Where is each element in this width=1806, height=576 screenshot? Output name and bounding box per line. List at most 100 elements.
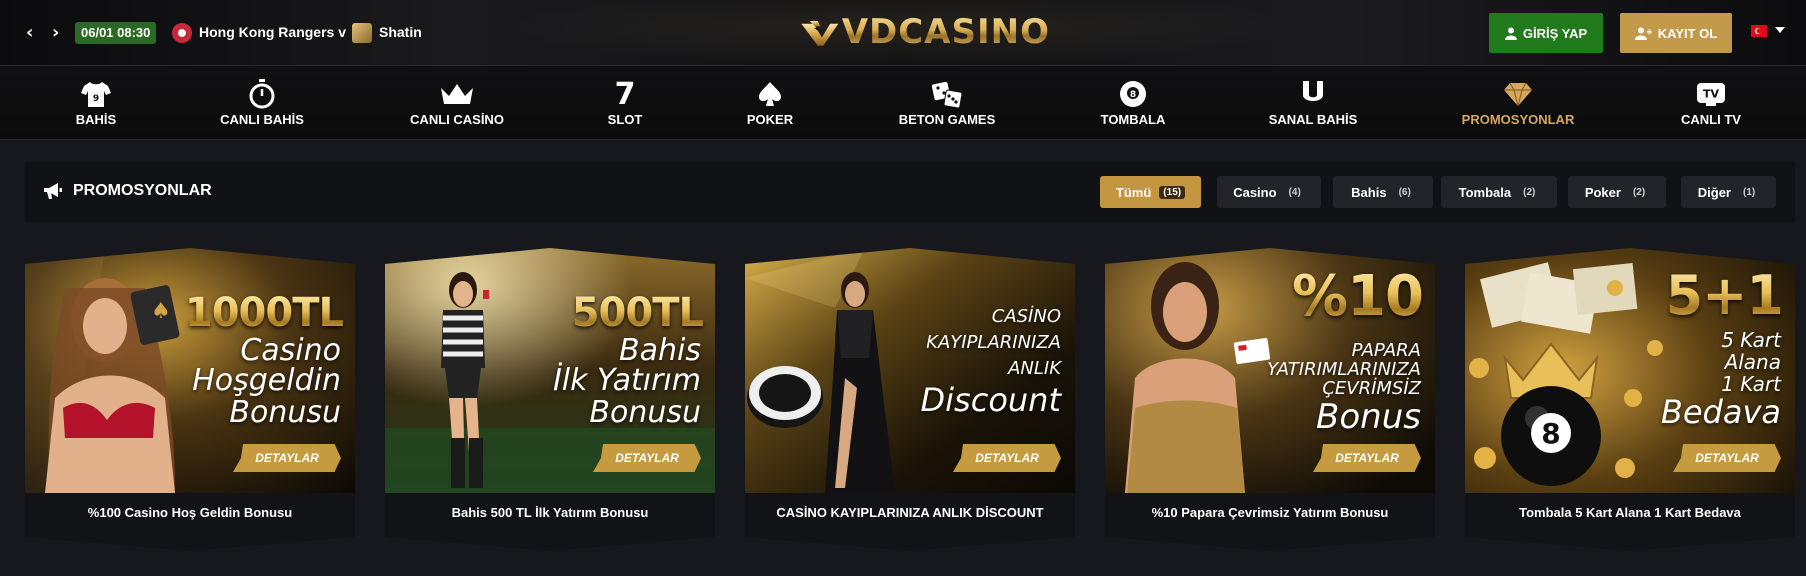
register-button-label: KAYIT OL xyxy=(1657,25,1718,41)
nav-item-poker[interactable]: POKER xyxy=(740,66,800,140)
next-match-arrow-icon[interactable]: › xyxy=(52,22,59,43)
details-button[interactable]: DETAYLAR xyxy=(953,444,1061,472)
nav-label: BETON GAMES xyxy=(898,112,996,127)
promo-banner-image[interactable]: CASİNO KAYIPLARINIZA ANLIK Discount DETA… xyxy=(745,248,1075,493)
promotions-header: PROMOSYONLAR Tümü (15) Casino (4) Bahis … xyxy=(25,162,1795,222)
banner-amount: 5+1 xyxy=(1665,264,1784,327)
nav-item-canli-bahis[interactable]: CANLI BAHİS xyxy=(212,66,312,140)
promo-card-casino-welcome[interactable]: ♠ 1000TL Casino Hoşgeldin Bonusu DETAYLA… xyxy=(25,248,355,551)
banner-line-4: Bedava xyxy=(1660,393,1781,431)
promo-card-footer: CASİNO KAYIPLARINIZA ANLIK DİSCOUNT xyxy=(745,493,1075,551)
filter-tombala[interactable]: Tombala (2) xyxy=(1441,176,1557,208)
svg-text:8: 8 xyxy=(1541,417,1560,450)
promo-banner-image[interactable]: %10 PAPARA YATIRIMLARINIZA ÇEVRİMSİZ Bon… xyxy=(1105,248,1435,493)
banner-line-4: Bonus xyxy=(1316,397,1421,437)
banner-amount: %10 xyxy=(1291,264,1424,329)
filter-count: (2) xyxy=(1632,186,1646,198)
home-team-name[interactable]: Hong Kong Rangers v xyxy=(199,24,346,40)
promo-card-footer: %10 Papara Çevrimsiz Yatırım Bonusu xyxy=(1105,493,1435,551)
banner-line-4: Discount xyxy=(920,381,1061,419)
jersey-icon: 9 xyxy=(81,82,111,107)
nav-label: CANLI CASİNO xyxy=(410,112,504,127)
promo-card-casino-discount[interactable]: CASİNO KAYIPLARINIZA ANLIK Discount DETA… xyxy=(745,248,1075,551)
promotions-title: PROMOSYONLAR xyxy=(43,182,212,200)
diamond-icon xyxy=(1504,82,1532,107)
nav-label: CANLI TV xyxy=(1681,112,1741,127)
eight-ball-icon: 8 xyxy=(1120,81,1146,107)
banner-line-1: Bahis xyxy=(619,333,701,368)
promo-card-bahis-first-deposit[interactable]: 500TL Bahis İlk Yatırım Bonusu DETAYLAR … xyxy=(385,248,715,551)
filter-count: (15) xyxy=(1159,185,1186,199)
promo-card-title[interactable]: CASİNO KAYIPLARINIZA ANLIK DİSCOUNT xyxy=(745,505,1075,520)
nav-item-canli-casino[interactable]: CANLI CASİNO xyxy=(400,66,514,140)
user-icon xyxy=(1504,27,1517,40)
nav-item-promosyonlar[interactable]: PROMOSYONLAR xyxy=(1460,66,1576,140)
filter-tumu[interactable]: Tümü (15) xyxy=(1100,176,1201,208)
away-team-logo-icon xyxy=(352,23,372,43)
banner-line-1: 5 Kart xyxy=(1721,328,1781,352)
nav-label: TOMBALA xyxy=(1100,112,1166,127)
promo-card-title[interactable]: Bahis 500 TL İlk Yatırım Bonusu xyxy=(385,505,715,520)
nav-label: PROMOSYONLAR xyxy=(1461,112,1575,127)
megaphone-icon xyxy=(44,183,62,199)
banner-line-1: PAPARA xyxy=(1351,340,1421,361)
nav-label: BAHİS xyxy=(75,112,117,127)
banner-line-3: Bonusu xyxy=(589,395,701,430)
nav-item-slot[interactable]: 7 SLOT xyxy=(600,66,650,140)
promo-card-tombala-5plus1[interactable]: 8 5+1 5 Kart Alana 1 Kart Bedava DETAYLA… xyxy=(1465,248,1795,551)
promo-banner-image[interactable]: ♠ 1000TL Casino Hoşgeldin Bonusu DETAYLA… xyxy=(25,248,355,493)
details-button[interactable]: DETAYLAR xyxy=(233,444,341,472)
details-button[interactable]: DETAYLAR xyxy=(1313,444,1421,472)
match-time-badge[interactable]: 06/01 08:30 xyxy=(75,22,157,44)
banner-amount: 1000TL xyxy=(184,290,344,336)
filter-label: Casino xyxy=(1233,184,1277,200)
seven-icon: 7 xyxy=(614,76,636,112)
nav-item-beton-games[interactable]: BETON GAMES xyxy=(890,66,1004,140)
filter-label: Poker xyxy=(1584,184,1621,200)
crown-icon xyxy=(441,84,473,104)
svg-text:9: 9 xyxy=(93,94,99,104)
promo-card-papara-bonus[interactable]: %10 PAPARA YATIRIMLARINIZA ÇEVRİMSİZ Bon… xyxy=(1105,248,1435,551)
promo-banner-image[interactable]: 500TL Bahis İlk Yatırım Bonusu DETAYLAR xyxy=(385,248,715,493)
tv-icon: TV xyxy=(1697,83,1725,106)
promo-card-title[interactable]: %100 Casino Hoş Geldin Bonusu xyxy=(25,505,355,520)
nav-label: SLOT xyxy=(607,112,643,127)
filter-bahis[interactable]: Bahis (6) xyxy=(1333,176,1433,208)
banner-line-2: İlk Yatırım xyxy=(552,363,701,398)
banner-line-2: YATIRIMLARINIZA xyxy=(1267,359,1421,380)
register-button[interactable]: KAYIT OL xyxy=(1620,13,1732,53)
login-button[interactable]: GİRİŞ YAP xyxy=(1489,13,1603,53)
banner-line-2: Hoşgeldin xyxy=(192,363,341,398)
away-team-name[interactable]: Shatin xyxy=(379,24,422,40)
banner-line-1: Casino xyxy=(240,333,341,368)
add-user-icon xyxy=(1634,27,1652,40)
details-button[interactable]: DETAYLAR xyxy=(593,444,701,472)
nav-item-sanal-bahis[interactable]: SANAL BAHİS xyxy=(1265,66,1361,140)
language-dropdown-caret-icon[interactable] xyxy=(1775,27,1785,33)
nav-item-canli-tv[interactable]: TV CANLI TV xyxy=(1676,66,1746,140)
svg-text:8: 8 xyxy=(1130,90,1136,100)
nav-item-bahis[interactable]: 9 BAHİS xyxy=(64,66,128,140)
banner-amount: 500TL xyxy=(571,290,704,336)
home-team-logo-icon xyxy=(172,23,192,43)
promo-banner-image[interactable]: 8 5+1 5 Kart Alana 1 Kart Bedava DETAYLA… xyxy=(1465,248,1795,493)
filter-count: (4) xyxy=(1288,186,1301,198)
nav-item-tombala[interactable]: 8 TOMBALA xyxy=(1098,66,1168,140)
details-button[interactable]: DETAYLAR xyxy=(1673,444,1781,472)
promo-card-footer: %100 Casino Hoş Geldin Bonusu xyxy=(25,493,355,551)
svg-text:♠: ♠ xyxy=(151,299,171,324)
filter-diger[interactable]: Diğer (1) xyxy=(1681,176,1776,208)
dice-icon xyxy=(931,81,963,109)
previous-match-arrow-icon[interactable]: ‹ xyxy=(26,22,33,43)
banner-line-3: Bonusu xyxy=(229,395,341,430)
promo-card-title[interactable]: Tombala 5 Kart Alana 1 Kart Bedava xyxy=(1465,505,1795,520)
site-logo[interactable]: VDCASINO xyxy=(800,8,1050,56)
logo-diamond-icon xyxy=(801,21,839,46)
filter-label: Diğer xyxy=(1697,184,1731,200)
filter-casino[interactable]: Casino (4) xyxy=(1217,176,1321,208)
promo-card-title[interactable]: %10 Papara Çevrimsiz Yatırım Bonusu xyxy=(1105,505,1435,520)
filter-poker[interactable]: Poker (2) xyxy=(1568,176,1666,208)
filter-count: (6) xyxy=(1398,186,1411,198)
stopwatch-icon xyxy=(249,79,275,109)
turkish-flag-icon[interactable] xyxy=(1751,25,1767,37)
